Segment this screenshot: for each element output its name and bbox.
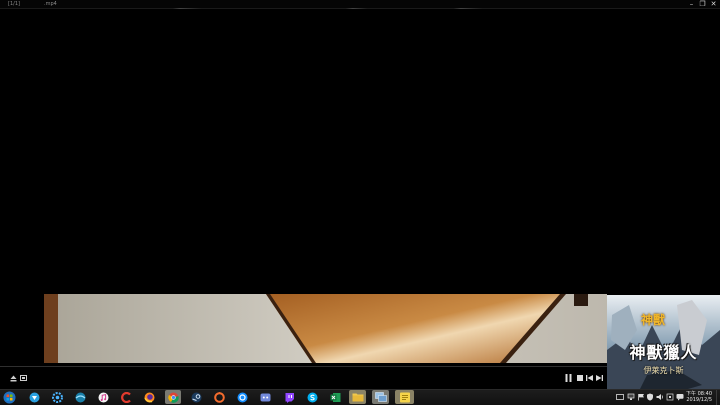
tray-ime-icon[interactable] [666, 393, 674, 401]
tray-volume-icon[interactable] [656, 393, 664, 401]
tray-shield-icon[interactable] [646, 393, 654, 401]
battle-net-icon[interactable] [235, 390, 249, 404]
tray-keyboard-icon[interactable] [616, 393, 624, 401]
clock-date[interactable]: 2019/12/5 [686, 397, 712, 403]
settings-gear-icon[interactable] [50, 390, 64, 404]
window-manager-icon[interactable] [372, 390, 389, 404]
playlist-icon[interactable] [19, 373, 27, 383]
eject-icon[interactable] [9, 373, 17, 383]
chair-leg [574, 294, 588, 306]
start-orb-icon[interactable] [2, 390, 16, 404]
excel-icon[interactable] [328, 390, 342, 404]
tray-flag-icon[interactable] [637, 393, 645, 401]
tray-network-icon[interactable] [627, 393, 635, 401]
video-frame[interactable] [44, 294, 607, 363]
control-bar [0, 367, 607, 389]
media-player-icon[interactable] [73, 390, 87, 404]
tray-chat-icon[interactable] [676, 393, 684, 401]
origin-icon[interactable] [212, 390, 226, 404]
ad-banner[interactable]: 神獸 神獸獵人 伊莱克卜斯 [607, 295, 720, 395]
itunes-icon[interactable] [96, 390, 110, 404]
minimize-button[interactable]: – [686, 0, 697, 9]
show-desktop-button[interactable] [716, 390, 720, 405]
chrome-icon[interactable] [165, 390, 181, 404]
firefox-icon[interactable] [142, 390, 156, 404]
title-divider [0, 8, 720, 9]
close-button[interactable]: ✕ [708, 0, 719, 9]
playlist-counter: [1/1] [8, 1, 20, 7]
left-edge [44, 294, 58, 363]
previous-icon[interactable] [585, 373, 594, 383]
file-name: .mp4 [44, 1, 57, 7]
discord-icon[interactable] [258, 390, 272, 404]
video-content [44, 294, 607, 363]
ad-title: 神獸獵人 [629, 343, 698, 362]
notes-icon[interactable] [395, 390, 414, 404]
twitch-icon[interactable] [282, 390, 296, 404]
steam-icon[interactable] [189, 390, 203, 404]
pause-icon[interactable] [564, 373, 573, 383]
ad-logo: 神獸 [641, 313, 666, 327]
stop-icon[interactable] [575, 373, 584, 383]
ccleaner-icon[interactable] [119, 390, 133, 404]
vpn-shield-icon[interactable] [27, 390, 41, 404]
file-explorer-icon[interactable] [349, 390, 366, 404]
skype-icon[interactable] [305, 390, 319, 404]
ad-subtitle: 伊莱克卜斯 [643, 366, 684, 375]
next-icon[interactable] [595, 373, 604, 383]
restore-button[interactable]: ❐ [697, 0, 708, 9]
clock-time[interactable]: 下午 08:40 [686, 390, 712, 397]
